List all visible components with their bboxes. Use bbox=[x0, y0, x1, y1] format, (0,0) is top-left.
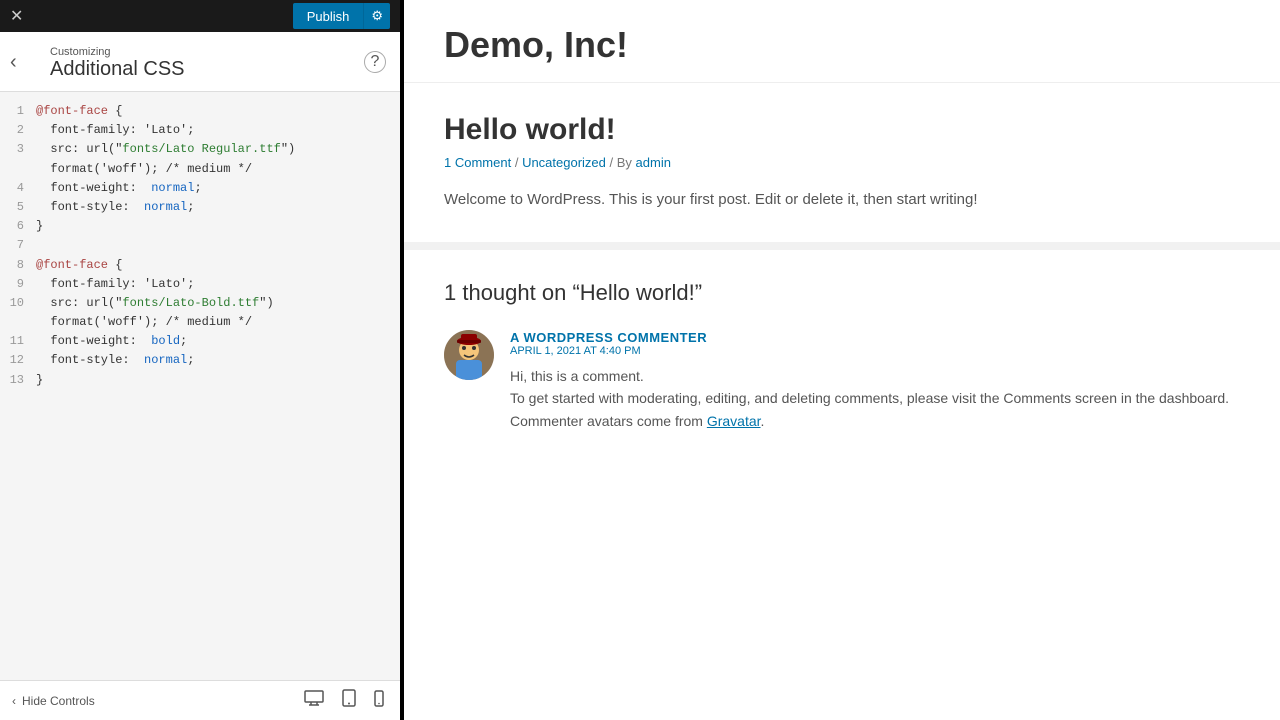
line-number: 8 bbox=[0, 256, 36, 275]
comment-body: A WORDPRESS COMMENTER APRIL 1, 2021 AT 4… bbox=[510, 330, 1229, 432]
mobile-view-button[interactable] bbox=[370, 687, 388, 714]
line-number: 9 bbox=[0, 275, 36, 294]
code-lines: 1@font-face {2 font-family: 'Lato';3 src… bbox=[0, 92, 400, 400]
code-editor[interactable]: 1@font-face {2 font-family: 'Lato';3 src… bbox=[0, 92, 400, 680]
line-content: font-weight: bold; bbox=[36, 332, 187, 351]
line-content: font-family: 'Lato'; bbox=[36, 275, 194, 294]
commenter-name: A WORDPRESS COMMENTER bbox=[510, 330, 1229, 345]
left-panel: ✕ Publish ⚙ ‹ Customizing Additional CSS… bbox=[0, 0, 400, 720]
line-number: 11 bbox=[0, 332, 36, 351]
line-content: @font-face { bbox=[36, 102, 122, 121]
comment-line3-prefix: Commenter avatars come from bbox=[510, 413, 707, 429]
comment-date: APRIL 1, 2021 AT 4:40 PM bbox=[510, 345, 1229, 357]
post-meta-by: / By bbox=[610, 155, 636, 170]
code-line: 3 src: url("fonts/Lato Regular.ttf") bbox=[0, 140, 400, 159]
line-content: font-weight: normal; bbox=[36, 179, 202, 198]
section-title: Additional CSS bbox=[50, 58, 185, 80]
post-meta-sep1: / bbox=[515, 155, 522, 170]
line-content: font-style: normal; bbox=[36, 198, 194, 217]
line-content: src: url("fonts/Lato-Bold.ttf") bbox=[36, 294, 274, 313]
tablet-view-button[interactable] bbox=[338, 687, 360, 714]
post-meta-comment-link[interactable]: 1 Comment bbox=[444, 155, 511, 170]
close-button[interactable]: ✕ bbox=[10, 6, 23, 26]
comment-text: Hi, this is a comment. To get started wi… bbox=[510, 365, 1229, 432]
line-content: src: url("fonts/Lato Regular.ttf") bbox=[36, 140, 295, 159]
line-number: 2 bbox=[0, 121, 36, 140]
code-line: 5 font-style: normal; bbox=[0, 198, 400, 217]
comments-area: 1 thought on “Hello world!” bbox=[404, 242, 1280, 482]
line-content: format('woff'); /* medium */ bbox=[36, 160, 252, 179]
line-number: 13 bbox=[0, 371, 36, 390]
line-content: @font-face { bbox=[36, 256, 122, 275]
post-meta-category-link[interactable]: Uncategorized bbox=[522, 155, 606, 170]
back-button[interactable]: ‹ bbox=[10, 52, 17, 72]
hide-controls-back-icon: ‹ bbox=[12, 694, 16, 708]
line-number: 5 bbox=[0, 198, 36, 217]
line-number: 10 bbox=[0, 294, 36, 313]
post-meta-author-link[interactable]: admin bbox=[636, 155, 671, 170]
code-line: 9 font-family: 'Lato'; bbox=[0, 275, 400, 294]
code-line: 11 font-weight: bold; bbox=[0, 332, 400, 351]
code-line: 10 src: url("fonts/Lato-Bold.ttf") bbox=[0, 294, 400, 313]
top-bar: ✕ Publish ⚙ bbox=[0, 0, 400, 32]
code-line: 7 bbox=[0, 236, 400, 255]
code-line: 13} bbox=[0, 371, 400, 390]
line-number: 4 bbox=[0, 179, 36, 198]
post-title: Hello world! bbox=[444, 113, 1240, 147]
code-line: 8@font-face { bbox=[0, 256, 400, 275]
line-number: 3 bbox=[0, 140, 36, 159]
publish-button[interactable]: Publish bbox=[293, 3, 364, 29]
line-number: 1 bbox=[0, 102, 36, 121]
comment-item: A WORDPRESS COMMENTER APRIL 1, 2021 AT 4… bbox=[444, 330, 1240, 432]
customizing-label: Customizing bbox=[50, 46, 384, 58]
commenter-avatar bbox=[444, 330, 494, 380]
code-line: format('woff'); /* medium */ bbox=[0, 313, 400, 332]
publish-group: Publish ⚙ bbox=[293, 3, 390, 29]
line-content: format('woff'); /* medium */ bbox=[36, 313, 252, 332]
gravatar-link[interactable]: Gravatar bbox=[707, 413, 761, 429]
site-title: Demo, Inc! bbox=[404, 0, 1280, 82]
line-content: font-style: normal; bbox=[36, 351, 194, 370]
line-content: } bbox=[36, 371, 43, 390]
post-excerpt: Welcome to WordPress. This is your first… bbox=[444, 188, 1240, 212]
desktop-view-button[interactable] bbox=[300, 687, 328, 714]
post-meta: 1 Comment / Uncategorized / By admin bbox=[444, 155, 1240, 170]
comment-line1: Hi, this is a comment. bbox=[510, 368, 644, 384]
publish-gear-button[interactable]: ⚙ bbox=[363, 3, 390, 29]
preview-panel: Demo, Inc! Hello world! 1 Comment / Unca… bbox=[400, 0, 1280, 720]
customizer-header: ‹ Customizing Additional CSS ? bbox=[0, 32, 400, 92]
code-line: 1@font-face { bbox=[0, 102, 400, 121]
post-area: Hello world! 1 Comment / Uncategorized /… bbox=[404, 82, 1280, 242]
line-number: 6 bbox=[0, 217, 36, 236]
code-line: 2 font-family: 'Lato'; bbox=[0, 121, 400, 140]
line-content: } bbox=[36, 217, 43, 236]
code-line: format('woff'); /* medium */ bbox=[0, 160, 400, 179]
line-number: 12 bbox=[0, 351, 36, 370]
hide-controls-button[interactable]: ‹ Hide Controls bbox=[12, 694, 95, 708]
comments-title: 1 thought on “Hello world!” bbox=[444, 280, 1240, 306]
code-line: 12 font-style: normal; bbox=[0, 351, 400, 370]
bottom-icons bbox=[300, 687, 388, 714]
code-line: 4 font-weight: normal; bbox=[0, 179, 400, 198]
line-content: font-family: 'Lato'; bbox=[36, 121, 194, 140]
help-button[interactable]: ? bbox=[364, 51, 386, 73]
line-number: 7 bbox=[0, 236, 36, 255]
bottom-bar: ‹ Hide Controls bbox=[0, 680, 400, 720]
comment-line2: To get started with moderating, editing,… bbox=[510, 390, 1229, 406]
hide-controls-label: Hide Controls bbox=[22, 694, 95, 708]
code-line: 6} bbox=[0, 217, 400, 236]
